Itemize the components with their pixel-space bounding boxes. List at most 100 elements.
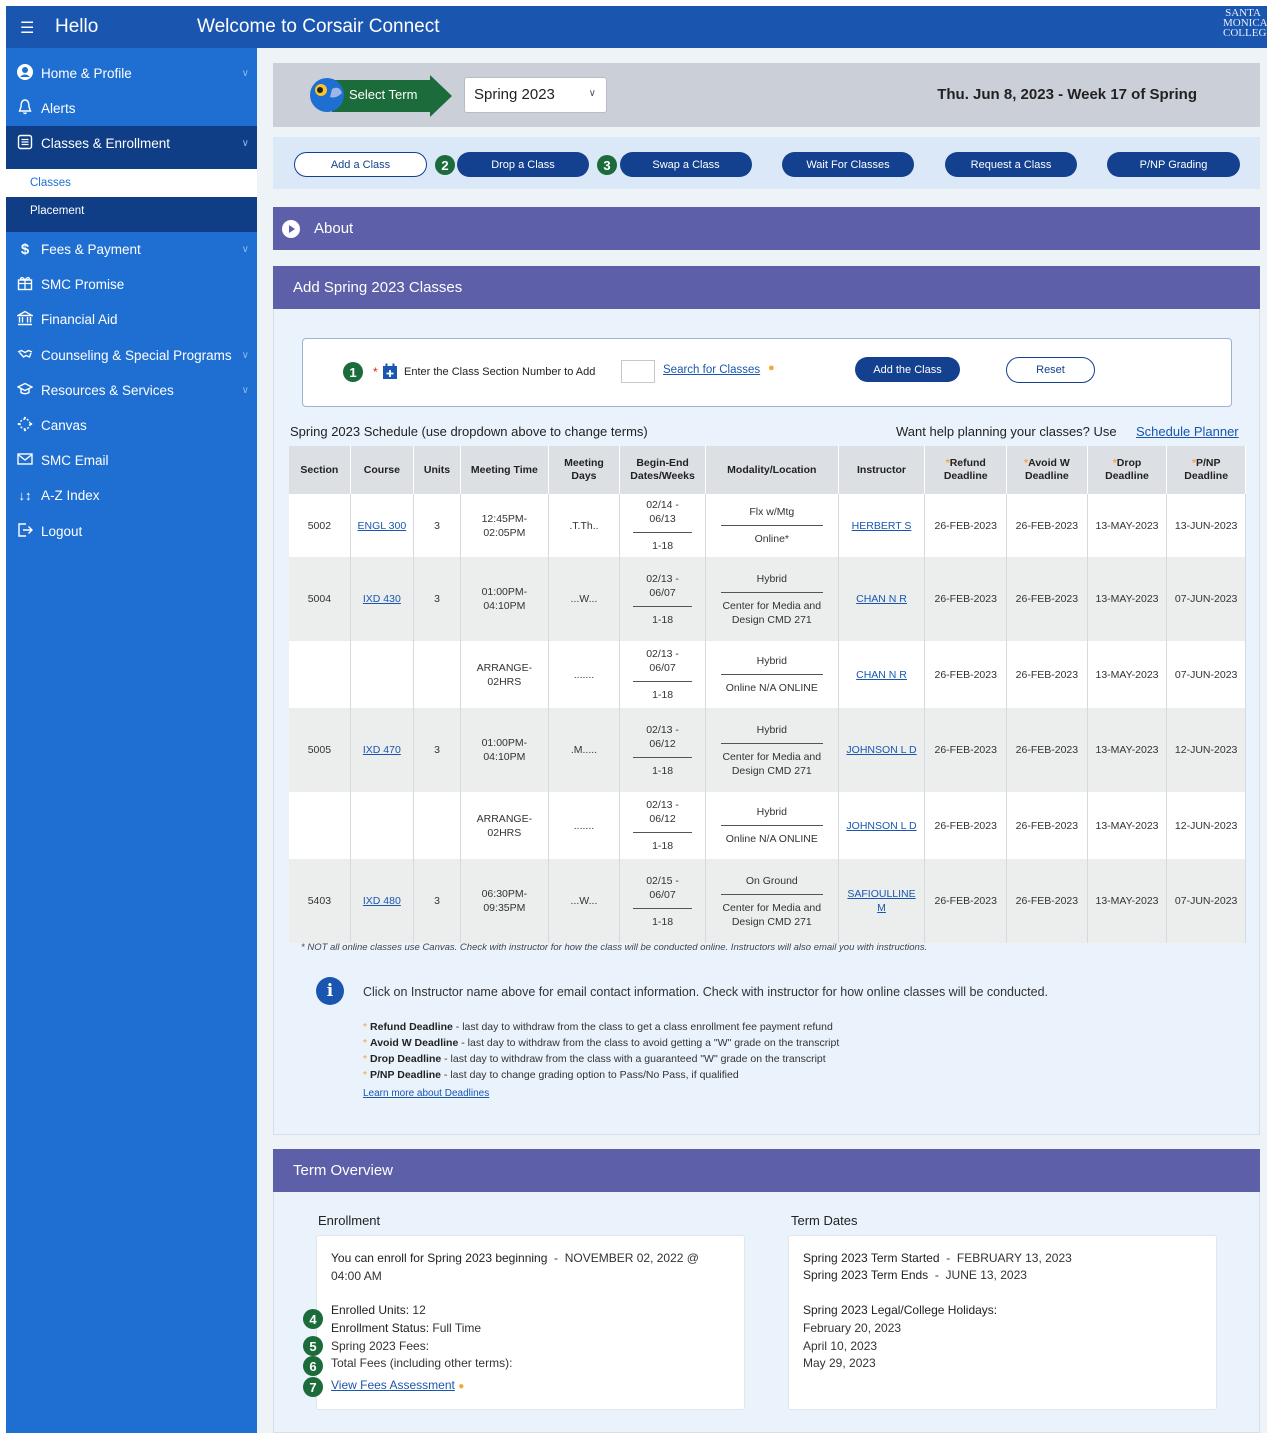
cell-meeting-time: 01:00PM-04:10PM bbox=[460, 708, 549, 792]
cell-meeting-time: 12:45PM-02:05PM bbox=[460, 494, 549, 557]
step-badge-2: 2 bbox=[435, 155, 455, 175]
col-header: Begin-End Dates/Weeks bbox=[619, 446, 706, 494]
star-marker: ● bbox=[458, 1381, 465, 1392]
pnp-grading-button[interactable]: P/NP Grading bbox=[1107, 152, 1240, 177]
holiday-item: February 20, 2023 bbox=[803, 1321, 902, 1335]
term-ends: Spring 2023 Term Ends - JUNE 13, 2023 bbox=[803, 1268, 1027, 1282]
col-header: *Refund Deadline bbox=[924, 446, 1008, 494]
col-header: Course bbox=[350, 446, 415, 494]
reset-button[interactable]: Reset bbox=[1006, 357, 1095, 383]
weeks-range: 1-18 bbox=[652, 764, 674, 777]
term-overview-title: Term Overview bbox=[293, 1162, 394, 1179]
step-badge-4: 4 bbox=[303, 1309, 323, 1329]
cell-avoid-w: 26-FEB-2023 bbox=[1006, 494, 1088, 557]
section-number-input[interactable] bbox=[621, 360, 655, 383]
sidebar-item-alerts[interactable]: Alerts bbox=[6, 91, 257, 126]
cell-meeting-time: ARRANGE-02HRS bbox=[460, 792, 549, 859]
search-for-classes-link[interactable]: Search for Classes bbox=[663, 364, 760, 376]
instructor-link[interactable]: CHAN N R bbox=[856, 669, 907, 681]
cell-dates: 02/14 - 06/13 1-18 bbox=[619, 494, 706, 557]
course-link[interactable]: ENGL 300 bbox=[358, 520, 407, 532]
modality: Hybrid bbox=[720, 654, 823, 675]
cell-meeting-days: ...W... bbox=[548, 859, 621, 943]
cell-section: 5004 bbox=[289, 557, 351, 641]
swap-class-button[interactable]: Swap a Class bbox=[620, 152, 752, 177]
cell-pnp: 07-JUN-2023 bbox=[1166, 557, 1246, 641]
term-dropdown[interactable]: Spring 2023 ∨ bbox=[464, 77, 607, 113]
instructor-link[interactable]: HERBERT S bbox=[852, 520, 912, 532]
cell-meeting-days: .T.Th.. bbox=[548, 494, 621, 557]
instructor-link[interactable]: CHAN N R bbox=[856, 593, 907, 605]
sidebar-item-az-index[interactable]: ↓↕ A-Z Index bbox=[6, 478, 257, 513]
add-the-class-button[interactable]: Add the Class bbox=[855, 357, 960, 382]
college-logo[interactable]: SANTAMONICACOLLEGE bbox=[1223, 8, 1267, 39]
legend-refund: * Refund Deadline - last day to withdraw… bbox=[363, 1021, 833, 1033]
term-started: Spring 2023 Term Started - FEBRUARY 13, … bbox=[803, 1251, 1072, 1265]
star-marker: ● bbox=[768, 362, 775, 374]
cell-refund: 26-FEB-2023 bbox=[924, 494, 1008, 557]
location: Online* bbox=[754, 533, 790, 545]
portal-title: Welcome to Corsair Connect bbox=[197, 16, 440, 37]
instructor-link[interactable]: SAFIOULLINE M bbox=[847, 888, 915, 914]
course-link[interactable]: IXD 430 bbox=[363, 593, 401, 605]
table-row: ARRANGE-02HRS....... 02/13 - 06/12 1-18 Hyb… bbox=[289, 792, 1246, 859]
legend-pnp: * P/NP Deadline - last day to change gra… bbox=[363, 1069, 739, 1081]
sidebar-subitem-placement[interactable]: Placement bbox=[6, 197, 257, 232]
sidebar-item-counseling[interactable]: Counseling & Special Programs ∨ bbox=[6, 338, 257, 373]
cell-instructor: HERBERT S bbox=[838, 494, 926, 557]
weeks-range: 1-18 bbox=[652, 540, 674, 552]
drop-class-button[interactable]: Drop a Class bbox=[457, 152, 589, 177]
add-class-button[interactable]: Add a Class bbox=[294, 152, 427, 177]
cell-refund: 26-FEB-2023 bbox=[924, 708, 1008, 792]
cell-course: IXD 470 bbox=[350, 708, 415, 792]
handshake-icon bbox=[15, 346, 35, 366]
sidebar-item-fees-payment[interactable]: $ Fees & Payment ∨ bbox=[6, 232, 257, 267]
cell-instructor: SAFIOULLINE M bbox=[838, 859, 926, 943]
instructor-link[interactable]: JOHNSON L D bbox=[846, 744, 916, 756]
cell-dates: 02/13 - 06/07 1-18 bbox=[619, 557, 706, 641]
sidebar-item-label: SMC Email bbox=[41, 453, 109, 468]
request-class-button[interactable]: Request a Class bbox=[945, 152, 1077, 177]
sidebar-item-smc-email[interactable]: SMC Email bbox=[6, 443, 257, 478]
col-header: Instructor bbox=[838, 446, 926, 494]
cell-meeting-time: 01:00PM-04:10PM bbox=[460, 557, 549, 641]
sidebar-item-canvas[interactable]: Canvas bbox=[6, 408, 257, 443]
table-row: 5005 IXD 470 3 01:00PM-04:10PM .M..... 02/13 … bbox=[289, 708, 1246, 792]
sidebar-item-logout[interactable]: Logout bbox=[6, 514, 257, 549]
dates-range: 02/13 - 06/12 bbox=[633, 723, 692, 758]
sidebar-subitem-classes[interactable]: Classes bbox=[6, 169, 257, 197]
learn-more-deadlines-link[interactable]: Learn more about Deadlines bbox=[363, 1088, 489, 1099]
course-link[interactable]: IXD 480 bbox=[363, 895, 401, 907]
weeks-range: 1-18 bbox=[652, 840, 674, 852]
sidebar-item-smc-promise[interactable]: SMC Promise bbox=[6, 267, 257, 302]
chevron-down-icon: ∨ bbox=[241, 244, 249, 255]
schedule-planner-link[interactable]: Schedule Planner bbox=[1136, 424, 1239, 439]
sidebar-item-financial-aid[interactable]: Financial Aid bbox=[6, 302, 257, 337]
cell-modality: On Ground Center for Media and Design CMD… bbox=[705, 859, 839, 943]
sidebar-item-resources[interactable]: Resources & Services ∨ bbox=[6, 373, 257, 408]
total-fees: Total Fees (including other terms): bbox=[331, 1356, 513, 1370]
gift-icon bbox=[15, 275, 35, 295]
about-toggle[interactable]: About bbox=[273, 207, 1260, 250]
step-badge-6: 6 bbox=[303, 1356, 323, 1376]
cell-units: 3 bbox=[413, 494, 461, 557]
col-header: *Drop Deadline bbox=[1087, 446, 1168, 494]
instructor-link[interactable]: JOHNSON L D bbox=[846, 820, 916, 832]
wait-for-classes-button[interactable]: Wait For Classes bbox=[782, 152, 914, 177]
cell-avoid-w: 26-FEB-2023 bbox=[1006, 792, 1088, 859]
course-link[interactable]: IXD 470 bbox=[363, 744, 401, 756]
location: Center for Media and Design CMD 271 bbox=[722, 901, 822, 928]
view-fees-assessment-link[interactable]: View Fees Assessment bbox=[331, 1378, 455, 1392]
cell-pnp: 13-JUN-2023 bbox=[1166, 494, 1246, 557]
step-badge-7: 7 bbox=[303, 1377, 323, 1397]
hamburger-menu-icon[interactable]: ☰ bbox=[20, 18, 34, 38]
sidebar-item-home-profile[interactable]: Home & Profile ∨ bbox=[6, 56, 257, 91]
add-classes-header: Add Spring 2023 Classes bbox=[273, 266, 1260, 309]
cell-avoid-w: 26-FEB-2023 bbox=[1006, 641, 1088, 708]
planner-prefix: Want help planning your classes? Use bbox=[896, 424, 1117, 439]
sidebar-item-classes-enrollment[interactable]: Classes & Enrollment ∨ bbox=[6, 126, 257, 161]
cell-modality: Flx w/Mtg Online* bbox=[705, 494, 839, 557]
cell-modality: Hybrid Online N/A ONLINE bbox=[705, 641, 839, 708]
cell-dates: 02/13 - 06/12 1-18 bbox=[619, 708, 706, 792]
cell-meeting-days: ...W... bbox=[548, 557, 621, 641]
